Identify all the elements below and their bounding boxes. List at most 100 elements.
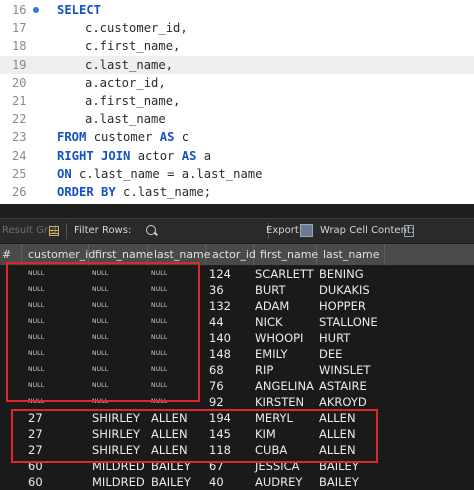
cell-actor-first-name[interactable]: KIRSTEN bbox=[249, 394, 317, 410]
cell-actor-id[interactable]: 118 bbox=[203, 442, 254, 458]
cell-customer-id[interactable]: NULL bbox=[22, 394, 89, 410]
row-selector[interactable] bbox=[0, 282, 20, 298]
cell-actor-first-name[interactable]: KIM bbox=[249, 426, 317, 442]
table-row[interactable]: 27 SHIRLEY ALLEN 118 CUBA ALLEN bbox=[0, 442, 474, 458]
cell-actor-first-name[interactable]: ANGELINA bbox=[249, 378, 317, 394]
cell-customer-id[interactable]: 27 bbox=[22, 426, 89, 442]
cell-customer-id[interactable]: NULL bbox=[22, 378, 89, 394]
cell-customer-last-name[interactable]: ALLEN bbox=[145, 410, 206, 426]
column-header-actor-first-name[interactable]: first_name bbox=[254, 244, 318, 265]
cell-customer-last-name[interactable]: NULL bbox=[145, 346, 206, 362]
cell-actor-last-name[interactable]: ALLEN bbox=[313, 442, 385, 458]
cell-customer-id[interactable]: NULL bbox=[22, 330, 89, 346]
code-line[interactable]: 20 a.actor_id, bbox=[0, 74, 474, 92]
cell-actor-last-name[interactable]: HOPPER bbox=[313, 298, 385, 314]
cell-customer-last-name[interactable]: BAILEY bbox=[145, 458, 206, 474]
cell-actor-last-name[interactable]: HURT bbox=[313, 330, 385, 346]
cell-actor-id[interactable]: 194 bbox=[203, 410, 254, 426]
table-row[interactable]: NULL NULL NULL 76 ANGELINA ASTAIRE bbox=[0, 378, 474, 394]
cell-actor-last-name[interactable]: ALLEN bbox=[313, 410, 385, 426]
code-line[interactable]: 19 c.last_name, bbox=[0, 55, 474, 74]
column-header-actor-last-name[interactable]: last_name bbox=[317, 244, 385, 265]
table-row[interactable]: NULL NULL NULL 140 WHOOPI HURT bbox=[0, 330, 474, 346]
column-header-row-number[interactable]: # bbox=[0, 244, 22, 265]
cell-actor-last-name[interactable]: BAILEY bbox=[313, 474, 385, 490]
cell-customer-last-name[interactable]: NULL bbox=[145, 266, 206, 282]
cell-actor-last-name[interactable]: ASTAIRE bbox=[313, 378, 385, 394]
cell-customer-id[interactable]: NULL bbox=[22, 266, 89, 282]
code-line[interactable]: 22 a.last_name bbox=[0, 110, 474, 128]
cell-actor-first-name[interactable]: ADAM bbox=[249, 298, 317, 314]
code-line[interactable]: 21 a.first_name, bbox=[0, 92, 474, 110]
table-row[interactable]: 27 SHIRLEY ALLEN 145 KIM ALLEN bbox=[0, 426, 474, 442]
table-row[interactable]: NULL NULL NULL 148 EMILY DEE bbox=[0, 346, 474, 362]
cell-customer-last-name[interactable]: BAILEY bbox=[145, 474, 206, 490]
row-selector[interactable] bbox=[0, 378, 20, 394]
result-grid-icon[interactable] bbox=[49, 226, 59, 236]
cell-actor-id[interactable]: 124 bbox=[203, 266, 254, 282]
cell-actor-id[interactable]: 76 bbox=[203, 378, 254, 394]
column-header-customer-first-name[interactable]: first_name bbox=[89, 244, 153, 265]
cell-customer-last-name[interactable]: NULL bbox=[145, 314, 206, 330]
row-selector[interactable] bbox=[0, 410, 20, 426]
cell-customer-id[interactable]: NULL bbox=[22, 346, 89, 362]
column-header-actor-id[interactable]: actor_id bbox=[206, 244, 256, 265]
cell-customer-last-name[interactable]: ALLEN bbox=[145, 442, 206, 458]
cell-actor-id[interactable]: 67 bbox=[203, 458, 254, 474]
code-line[interactable]: 23 FROM customer AS c bbox=[0, 128, 474, 146]
cell-actor-id[interactable]: 148 bbox=[203, 346, 254, 362]
cell-actor-first-name[interactable]: WHOOPI bbox=[249, 330, 317, 346]
cell-customer-first-name[interactable]: MILDRED bbox=[86, 474, 148, 490]
table-row[interactable]: NULL NULL NULL 132 ADAM HOPPER bbox=[0, 298, 474, 314]
cell-actor-first-name[interactable]: BURT bbox=[249, 282, 317, 298]
cell-actor-last-name[interactable]: BENING bbox=[313, 266, 385, 282]
cell-customer-first-name[interactable]: NULL bbox=[86, 266, 148, 282]
cell-actor-first-name[interactable]: NICK bbox=[249, 314, 317, 330]
cell-customer-id[interactable]: 60 bbox=[22, 458, 89, 474]
row-selector[interactable] bbox=[0, 346, 20, 362]
row-selector[interactable] bbox=[0, 426, 20, 442]
cell-actor-id[interactable]: 36 bbox=[203, 282, 254, 298]
cell-actor-last-name[interactable]: ALLEN bbox=[313, 426, 385, 442]
table-row[interactable]: NULL NULL NULL 36 BURT DUKAKIS bbox=[0, 282, 474, 298]
column-header-customer-last-name[interactable]: last_name bbox=[148, 244, 211, 265]
cell-actor-first-name[interactable]: JESSICA bbox=[249, 458, 317, 474]
cell-actor-id[interactable]: 92 bbox=[203, 394, 254, 410]
cell-actor-id[interactable]: 145 bbox=[203, 426, 254, 442]
table-row[interactable]: 27 SHIRLEY ALLEN 194 MERYL ALLEN bbox=[0, 410, 474, 426]
cell-actor-last-name[interactable]: DUKAKIS bbox=[313, 282, 385, 298]
table-row[interactable]: 60 MILDRED BAILEY 67 JESSICA BAILEY bbox=[0, 458, 474, 474]
row-selector[interactable] bbox=[0, 362, 20, 378]
cell-customer-first-name[interactable]: NULL bbox=[86, 394, 148, 410]
cell-customer-id[interactable]: 27 bbox=[22, 410, 89, 426]
cell-customer-first-name[interactable]: SHIRLEY bbox=[86, 410, 148, 426]
cell-customer-id[interactable]: NULL bbox=[22, 314, 89, 330]
cell-actor-first-name[interactable]: CUBA bbox=[249, 442, 317, 458]
row-selector[interactable] bbox=[0, 314, 20, 330]
cell-customer-last-name[interactable]: ALLEN bbox=[145, 426, 206, 442]
cell-actor-last-name[interactable]: BAILEY bbox=[313, 458, 385, 474]
cell-customer-id[interactable]: NULL bbox=[22, 362, 89, 378]
cell-customer-id[interactable]: 27 bbox=[22, 442, 89, 458]
code-line[interactable]: 16 SELECT bbox=[0, 1, 474, 19]
cell-customer-first-name[interactable]: NULL bbox=[86, 330, 148, 346]
cell-actor-first-name[interactable]: MERYL bbox=[249, 410, 317, 426]
cell-actor-first-name[interactable]: RIP bbox=[249, 362, 317, 378]
cell-customer-id[interactable]: 60 bbox=[22, 474, 89, 490]
cell-customer-first-name[interactable]: SHIRLEY bbox=[86, 426, 148, 442]
code-line[interactable]: 24 RIGHT JOIN actor AS a bbox=[0, 147, 474, 165]
cell-customer-id[interactable]: NULL bbox=[22, 298, 89, 314]
row-selector[interactable] bbox=[0, 298, 20, 314]
code-line[interactable]: 26 ORDER BY c.last_name; bbox=[0, 183, 474, 201]
table-row[interactable]: NULL NULL NULL 68 RIP WINSLET bbox=[0, 362, 474, 378]
cell-customer-first-name[interactable]: NULL bbox=[86, 362, 148, 378]
code-line[interactable]: 17 c.customer_id, bbox=[0, 19, 474, 37]
cell-actor-first-name[interactable]: SCARLETT bbox=[249, 266, 317, 282]
cell-customer-first-name[interactable]: NULL bbox=[86, 314, 148, 330]
cell-actor-last-name[interactable]: DEE bbox=[313, 346, 385, 362]
row-selector[interactable] bbox=[0, 266, 20, 282]
cell-actor-id[interactable]: 40 bbox=[203, 474, 254, 490]
cell-customer-last-name[interactable]: NULL bbox=[145, 378, 206, 394]
row-selector[interactable] bbox=[0, 474, 20, 490]
row-selector[interactable] bbox=[0, 394, 20, 410]
